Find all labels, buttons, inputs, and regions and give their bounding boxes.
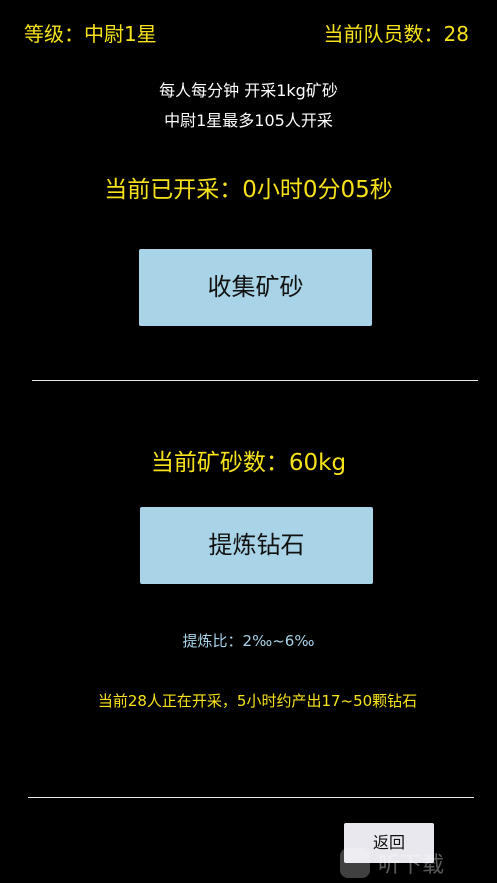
watermark: 听下载: [340, 842, 497, 883]
refine-ratio-text: 提炼比：2‰~6‰: [182, 632, 315, 650]
level-label: 等级：中尉1星: [24, 22, 157, 46]
forecast-text: 当前28人正在开采，5小时约产出17~50颗钻石: [97, 692, 418, 710]
member-count-label: 当前队员数：28: [323, 22, 469, 46]
ore-count-text: 当前矿砂数：60kg: [150, 450, 347, 476]
mining-limit-text: 中尉1星最多105人开采: [164, 111, 333, 130]
watermark-text: 听下载: [378, 852, 445, 878]
refine-diamond-button[interactable]: 提炼钻石: [140, 507, 373, 584]
section-divider: [32, 380, 478, 381]
watermark-logo-icon: [340, 847, 370, 878]
mining-rate-text: 每人每分钟 开采1kg矿砂: [159, 81, 338, 100]
collect-ore-button[interactable]: 收集矿砂: [139, 249, 372, 326]
elapsed-time-text: 当前已开采：0小时0分05秒: [104, 177, 393, 203]
footer-divider: [28, 797, 474, 798]
